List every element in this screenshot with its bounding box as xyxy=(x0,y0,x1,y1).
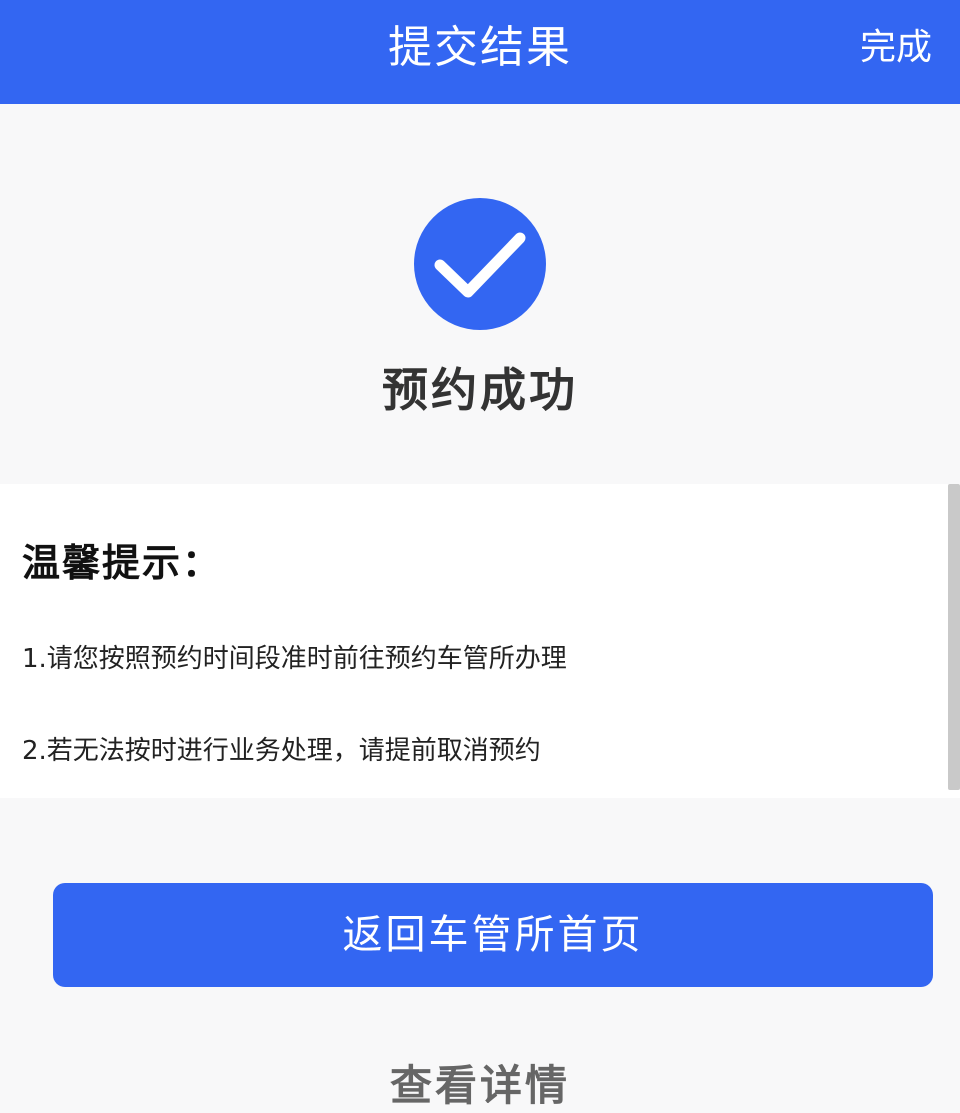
top-bar: 提交结果 完成 xyxy=(0,0,960,104)
tips-heading: 温馨提示： xyxy=(22,541,223,585)
back-to-home-button[interactable]: 返回车管所首页 xyxy=(53,883,933,987)
scrollbar[interactable] xyxy=(948,484,960,790)
tip-item: 1.请您按照预约时间段准时前往预约车管所办理 xyxy=(22,644,567,674)
result-section: 预约成功 xyxy=(0,104,960,484)
result-title: 预约成功 xyxy=(382,363,578,417)
view-details-button[interactable]: 查看详情 xyxy=(0,1052,960,1113)
checkmark-icon xyxy=(434,232,526,298)
done-button[interactable]: 完成 xyxy=(860,0,932,96)
tips-panel: 温馨提示： 1.请您按照预约时间段准时前往预约车管所办理 2.若无法按时进行业务… xyxy=(0,484,960,798)
check-circle-icon xyxy=(414,198,546,330)
page-title: 提交结果 xyxy=(388,22,572,73)
tip-item: 2.若无法按时进行业务处理，请提前取消预约 xyxy=(22,736,541,766)
